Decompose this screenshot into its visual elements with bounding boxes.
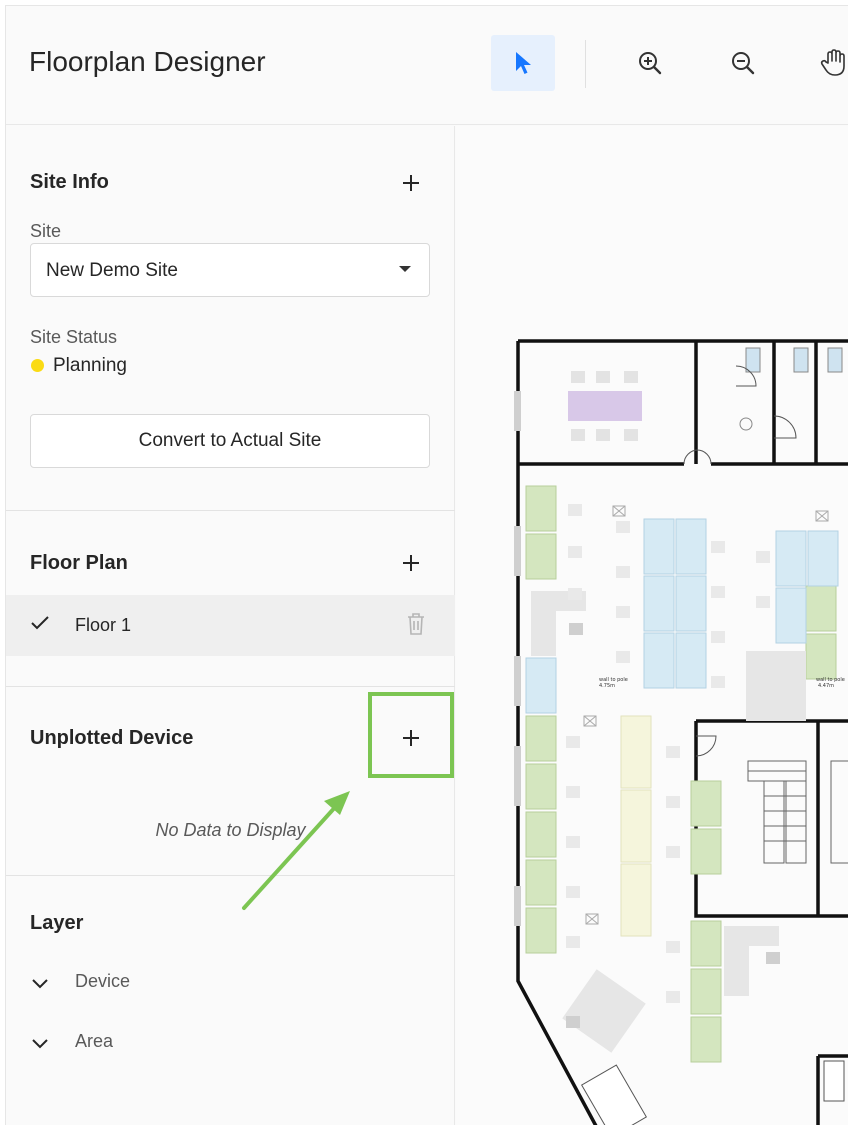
- caret-down-icon: [399, 266, 411, 272]
- site-select-value: New Demo Site: [46, 260, 178, 281]
- layer-label: Area: [75, 1031, 114, 1051]
- svg-text:4.47m: 4.47m: [818, 683, 834, 689]
- empty-state-text: No Data to Display: [155, 820, 306, 840]
- toolbar-separator: [585, 40, 586, 88]
- floorplan-drawing: wall to pole4.75m wall to pole4.47m: [514, 339, 848, 1125]
- site-info-title: Site Info: [30, 171, 109, 193]
- zoom-in-icon: [639, 52, 662, 75]
- trash-icon[interactable]: [406, 612, 426, 636]
- add-site-button[interactable]: [398, 170, 424, 196]
- add-floor-button[interactable]: [398, 550, 424, 576]
- floor-label: Floor 1: [75, 615, 132, 635]
- checkmark-icon: [31, 616, 49, 630]
- zoom-out-icon: [732, 52, 755, 75]
- floor-list-item[interactable]: Floor 1: [6, 595, 455, 656]
- app-title: Floorplan Designer: [29, 46, 266, 77]
- zoom-in-button[interactable]: [618, 35, 682, 91]
- chevron-down-icon: [32, 979, 48, 989]
- cursor-icon: [516, 52, 531, 74]
- header: Floorplan Designer: [6, 6, 848, 125]
- convert-to-actual-site-button[interactable]: Convert to Actual Site: [30, 414, 430, 468]
- floor-plan-title: Floor Plan: [30, 552, 128, 574]
- status-dot: [31, 359, 44, 372]
- plus-icon: [403, 555, 419, 571]
- pan-button[interactable]: [806, 35, 848, 91]
- site-select[interactable]: New Demo Site: [30, 243, 430, 297]
- chevron-down-icon: [32, 1039, 48, 1049]
- site-label: Site: [30, 221, 62, 241]
- sidebar: Site Info Site New Demo Site Site Status…: [6, 126, 455, 1125]
- zoom-out-button[interactable]: [711, 35, 775, 91]
- hand-icon: [820, 49, 845, 76]
- site-status-value: Planning: [53, 355, 127, 376]
- unplotted-device-title: Unplotted Device: [30, 727, 194, 749]
- divider: [6, 686, 455, 687]
- svg-text:4.75m: 4.75m: [599, 683, 615, 689]
- plus-icon: [403, 175, 419, 191]
- divider: [6, 875, 455, 876]
- layer-title: Layer: [30, 912, 84, 934]
- site-status-label: Site Status: [30, 327, 118, 347]
- floorplan-canvas[interactable]: wall to pole 4.75m wall to pole 4.47m: [456, 126, 848, 1125]
- divider: [6, 510, 455, 511]
- highlight-box: [368, 692, 454, 778]
- layer-label: Device: [75, 971, 131, 991]
- select-tool-button[interactable]: [491, 35, 555, 91]
- floorplan-designer-app: Floorplan Designer Site Info Site New De…: [5, 5, 848, 1125]
